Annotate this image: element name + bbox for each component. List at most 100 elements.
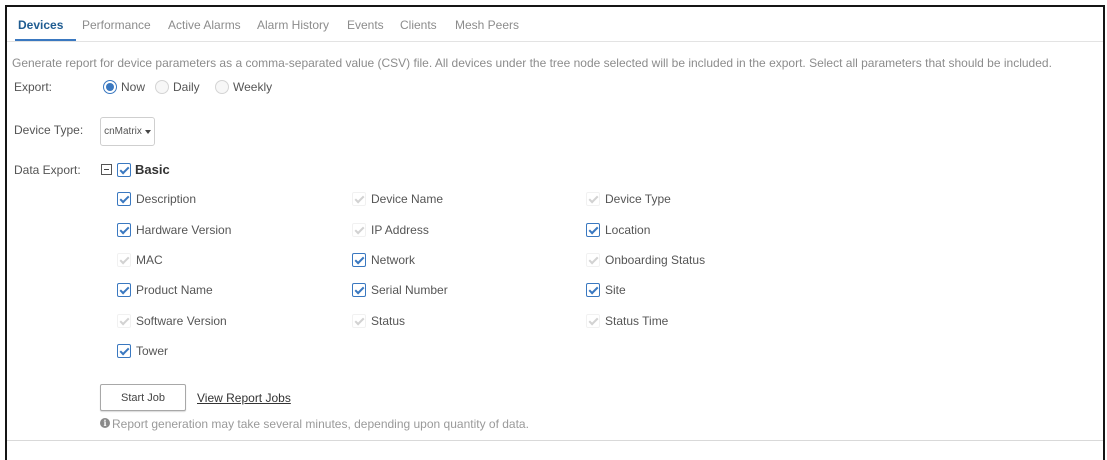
field-label: Description <box>136 192 197 207</box>
window-frame-top <box>5 5 1105 7</box>
check-icon <box>588 315 599 326</box>
export-option-daily[interactable]: Daily <box>155 80 200 94</box>
radio-now[interactable] <box>103 80 117 94</box>
field-product-name[interactable]: Product Name <box>117 282 352 298</box>
field-checkbox[interactable] <box>586 283 600 298</box>
field-label: Hardware Version <box>136 222 232 237</box>
check-icon <box>119 345 130 356</box>
check-icon <box>119 164 130 175</box>
check-icon <box>119 224 130 235</box>
caret-down-icon <box>144 129 151 134</box>
field-checkbox <box>352 192 366 207</box>
export-label: Export: <box>14 80 53 94</box>
window-frame-right <box>1103 5 1105 460</box>
check-icon <box>588 254 599 265</box>
field-network[interactable]: Network <box>352 252 586 268</box>
field-site[interactable]: Site <box>586 282 786 298</box>
field-label: Device Name <box>371 192 444 207</box>
check-icon <box>119 315 130 326</box>
check-icon <box>354 224 365 235</box>
info-icon: i <box>100 418 110 428</box>
tab-performance[interactable]: Performance <box>82 18 151 32</box>
field-serial-number[interactable]: Serial Number <box>352 282 586 298</box>
field-checkbox[interactable] <box>117 344 131 359</box>
check-icon <box>354 284 365 295</box>
tab-devices[interactable]: Devices <box>18 18 63 32</box>
field-software-version: Software Version <box>117 313 352 329</box>
field-label: Location <box>605 222 651 237</box>
radio-label-now: Now <box>121 80 146 94</box>
field-label: Site <box>605 283 626 298</box>
check-icon <box>119 254 130 265</box>
field-label: MAC <box>136 252 163 267</box>
check-icon <box>588 284 599 295</box>
field-checkbox <box>352 313 366 328</box>
page-description: Generate report for device parameters as… <box>12 56 1052 70</box>
field-device-name: Device Name <box>352 191 586 207</box>
field-device-type: Device Type <box>586 191 786 207</box>
collapse-icon[interactable] <box>101 164 112 175</box>
radio-label-weekly: Weekly <box>233 80 273 94</box>
field-hardware-version[interactable]: Hardware Version <box>117 222 352 238</box>
field-location[interactable]: Location <box>586 222 786 238</box>
export-fields-grid: Description Device Name Device Type Hard… <box>117 184 786 366</box>
field-checkbox <box>586 192 600 207</box>
check-icon <box>588 193 599 204</box>
tab-divider <box>7 41 1103 42</box>
device-type-value: cnMatrix <box>104 126 142 137</box>
field-checkbox[interactable] <box>117 283 131 298</box>
check-icon <box>119 193 130 204</box>
field-ip-address: IP Address <box>352 222 586 238</box>
basic-group-checkbox[interactable] <box>117 163 131 177</box>
export-option-now[interactable]: Now <box>103 80 145 94</box>
field-checkbox <box>117 252 131 267</box>
radio-label-daily: Daily <box>173 80 200 94</box>
bottom-divider <box>7 440 1103 441</box>
tab-alarm-history[interactable]: Alarm History <box>257 18 329 32</box>
field-status: Status <box>352 313 586 329</box>
field-checkbox[interactable] <box>117 192 131 207</box>
check-icon <box>354 254 365 265</box>
data-export-label: Data Export: <box>14 163 81 177</box>
field-label: Onboarding Status <box>605 252 706 267</box>
field-onboarding-status: Onboarding Status <box>586 252 786 268</box>
field-label: Product Name <box>136 283 213 298</box>
tab-mesh-peers[interactable]: Mesh Peers <box>455 18 519 32</box>
field-label: Software Version <box>136 313 227 328</box>
radio-weekly[interactable] <box>215 80 229 94</box>
view-report-jobs-link[interactable]: View Report Jobs <box>197 391 291 405</box>
tab-clients[interactable]: Clients <box>400 18 437 32</box>
field-description[interactable]: Description <box>117 191 352 207</box>
field-checkbox[interactable] <box>352 252 366 267</box>
field-checkbox[interactable] <box>586 222 600 237</box>
field-tower[interactable]: Tower <box>117 343 352 359</box>
field-checkbox <box>586 252 600 267</box>
field-label: Status Time <box>605 313 669 328</box>
field-checkbox <box>352 222 366 237</box>
field-label: IP Address <box>371 222 429 237</box>
field-checkbox <box>117 313 131 328</box>
device-type-dropdown[interactable]: cnMatrix <box>100 117 155 146</box>
tab-events[interactable]: Events <box>347 18 384 32</box>
field-label: Status <box>371 313 406 328</box>
field-status-time: Status Time <box>586 313 786 329</box>
device-type-label: Device Type: <box>14 123 84 137</box>
report-note: Report generation may take several minut… <box>112 417 529 431</box>
check-icon <box>354 193 365 204</box>
export-option-weekly[interactable]: Weekly <box>215 80 272 94</box>
field-label: Tower <box>136 344 169 359</box>
check-icon <box>588 224 599 235</box>
check-icon <box>354 315 365 326</box>
field-checkbox[interactable] <box>352 283 366 298</box>
field-label: Serial Number <box>371 283 448 298</box>
check-icon <box>119 284 130 295</box>
field-checkbox <box>586 313 600 328</box>
field-label: Device Type <box>605 192 671 207</box>
tab-active-alarms[interactable]: Active Alarms <box>168 18 241 32</box>
field-label: Network <box>371 252 416 267</box>
radio-daily[interactable] <box>155 80 169 94</box>
window-frame-left <box>5 5 7 460</box>
start-job-button[interactable]: Start Job <box>100 384 186 411</box>
basic-group-label: Basic <box>135 162 170 177</box>
field-checkbox[interactable] <box>117 222 131 237</box>
